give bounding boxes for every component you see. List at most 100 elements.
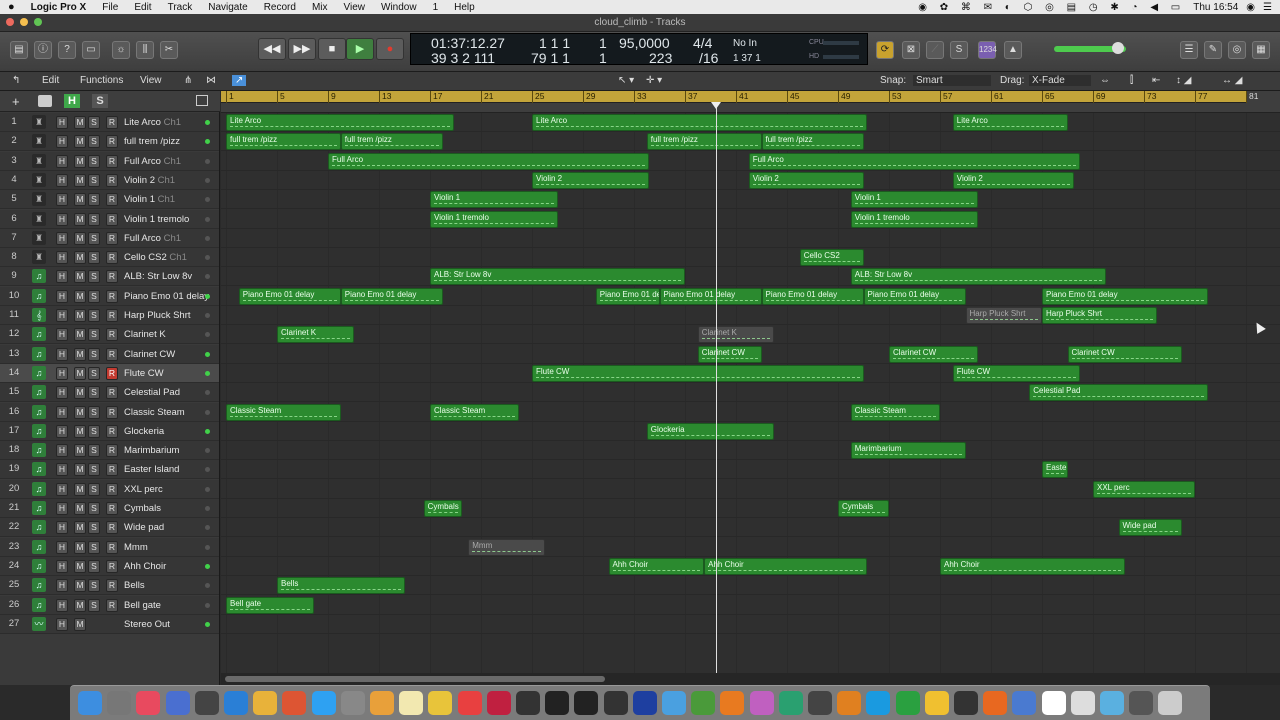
midi-region[interactable]: Flute CW: [952, 364, 1081, 382]
bar-ruler[interactable]: 1 5 9 13 17 21 25 29 33 37 41 45 49 53 57 61 65 69 73 77 81: [221, 91, 1280, 103]
track-name[interactable]: Piano Emo 01 delay: [124, 291, 209, 302]
midi-region[interactable]: Piano Emo 01 delay: [659, 287, 762, 305]
record-enable-button[interactable]: R: [106, 559, 118, 573]
track-row[interactable]: 6 ♜ H M S R Violin 1 tremolo: [0, 209, 219, 229]
dock-app-icon[interactable]: [1100, 691, 1124, 715]
dock-app-icon[interactable]: [691, 691, 716, 715]
dock-app-icon[interactable]: [662, 691, 686, 715]
solo-button[interactable]: S: [88, 212, 100, 226]
hide-button[interactable]: H: [56, 598, 68, 612]
rewind-button[interactable]: ◀◀: [258, 38, 286, 60]
pointer-tool[interactable]: ↖ ▾: [618, 75, 634, 86]
midi-region[interactable]: Full Arco: [748, 152, 1081, 170]
track-name[interactable]: Lite Arco Ch1: [124, 117, 181, 128]
track-name[interactable]: Celestial Pad: [124, 387, 180, 398]
midi-region[interactable]: full trem /pizz: [646, 133, 762, 151]
solo-button[interactable]: S: [88, 366, 100, 380]
solo-button[interactable]: S: [88, 598, 100, 612]
hide-tracks-button[interactable]: H: [64, 94, 80, 108]
dock-app-icon[interactable]: [895, 691, 920, 715]
solo-button[interactable]: S: [88, 540, 100, 554]
horizontal-fit-icon[interactable]: ⇤: [1152, 75, 1160, 86]
solo-button[interactable]: S: [88, 444, 100, 458]
dock-app-icon[interactable]: [1012, 691, 1037, 715]
mute-button[interactable]: M: [74, 154, 86, 168]
track-name[interactable]: Classic Steam: [124, 407, 185, 418]
track-name[interactable]: Marimbarium: [124, 445, 179, 456]
dock-app-icon[interactable]: [253, 691, 278, 715]
midi-region[interactable]: Violin 1 tremolo: [850, 210, 979, 228]
solo-button[interactable]: S: [88, 270, 100, 284]
record-enable-button[interactable]: R: [106, 521, 118, 535]
dock-app-icon[interactable]: [545, 691, 570, 715]
record-enable-button[interactable]: R: [106, 386, 118, 400]
menu-1[interactable]: 1: [425, 2, 447, 13]
track-row[interactable]: 20 ♫ H M S R XXL perc: [0, 479, 219, 499]
pencil-tool[interactable]: ✛ ▾: [646, 75, 662, 86]
hide-button[interactable]: H: [56, 424, 68, 438]
track-name[interactable]: Clarinet CW: [124, 349, 175, 360]
midi-region[interactable]: Clarinet K: [697, 326, 775, 344]
record-enable-button[interactable]: R: [106, 173, 118, 187]
midi-region[interactable]: Piano Emo 01 delay: [340, 287, 443, 305]
dock-app-icon[interactable]: [78, 691, 102, 715]
track-name[interactable]: XXL perc: [124, 484, 163, 495]
horizontal-scrollbar[interactable]: [221, 673, 1280, 685]
track-name[interactable]: Harp Pluck Shrt: [124, 310, 191, 321]
track-name[interactable]: Cello CS2 Ch1: [124, 252, 187, 263]
midi-region[interactable]: Ahh Choir: [608, 557, 705, 575]
library-button[interactable]: ▤: [10, 41, 28, 59]
clock[interactable]: Thu 16:54: [1193, 2, 1238, 13]
vertical-zoom-icon[interactable]: ⫿: [1130, 75, 1133, 86]
dock-app-icon[interactable]: [224, 691, 248, 715]
midi-region[interactable]: Ahh Choir: [940, 557, 1125, 575]
hide-button[interactable]: H: [56, 502, 68, 515]
stop-button[interactable]: ■: [318, 38, 346, 60]
record-enable-button[interactable]: R: [106, 424, 118, 438]
track-name[interactable]: full trem /pizz: [124, 136, 180, 147]
dock-app-icon[interactable]: [603, 691, 628, 715]
midi-region[interactable]: Harp Pluck Shrt: [1042, 307, 1157, 324]
midi-region[interactable]: Piano Emo 01 de: [595, 287, 660, 305]
hide-button[interactable]: H: [56, 289, 68, 303]
hide-button[interactable]: H: [56, 366, 68, 380]
record-enable-button[interactable]: R: [106, 231, 118, 245]
menu-help[interactable]: Help: [446, 2, 483, 13]
track-row[interactable]: 13 ♫ H M S R Clarinet CW: [0, 344, 219, 364]
record-enable-button[interactable]: R: [106, 193, 118, 207]
midi-region[interactable]: Clarinet CW: [1067, 345, 1183, 363]
add-track-button[interactable]: +: [12, 94, 20, 109]
midi-region[interactable]: Violin 2: [748, 171, 864, 189]
midi-region[interactable]: ALB: Str Low 8v: [430, 268, 685, 286]
solo-button[interactable]: S: [88, 347, 100, 361]
track-name[interactable]: Bells: [124, 580, 145, 591]
midi-region[interactable]: Piano Emo 01 delay: [863, 287, 966, 305]
track-name[interactable]: Ahh Choir: [124, 561, 166, 572]
solo-button[interactable]: S: [88, 251, 100, 265]
solo-button[interactable]: S: [88, 154, 100, 168]
track-lane[interactable]: [221, 441, 1280, 461]
midi-region[interactable]: Bell gate: [226, 596, 314, 614]
mute-button[interactable]: M: [74, 347, 86, 361]
track-lane[interactable]: [221, 210, 1280, 229]
record-enable-button[interactable]: R: [106, 251, 118, 265]
snap-select[interactable]: Smart: [913, 75, 991, 86]
solo-button[interactable]: S: [950, 41, 968, 59]
record-enable-button[interactable]: R: [106, 270, 118, 284]
zoom-window-button[interactable]: [34, 18, 42, 26]
lcd-display[interactable]: 01:37:12.27 39 3 2 111 1 1 1 79 1 1 1 1 …: [410, 33, 868, 66]
mute-button[interactable]: M: [74, 444, 86, 458]
mute-button[interactable]: M: [74, 540, 86, 554]
hide-button[interactable]: H: [56, 135, 68, 149]
track-row[interactable]: 2 ♜ H M S Rfull trem /pizz: [0, 132, 219, 152]
track-name[interactable]: Bell gate: [124, 600, 161, 611]
record-enable-button[interactable]: R: [106, 463, 118, 477]
midi-region[interactable]: Violin 1 tremolo: [430, 210, 558, 228]
track-name[interactable]: Wide pad: [124, 522, 164, 533]
mute-button[interactable]: M: [74, 424, 86, 438]
dock-app-icon[interactable]: [954, 691, 978, 715]
hide-button[interactable]: H: [56, 154, 68, 168]
solo-button[interactable]: S: [88, 289, 100, 303]
mute-button[interactable]: M: [74, 212, 86, 226]
playhead[interactable]: [716, 103, 717, 673]
